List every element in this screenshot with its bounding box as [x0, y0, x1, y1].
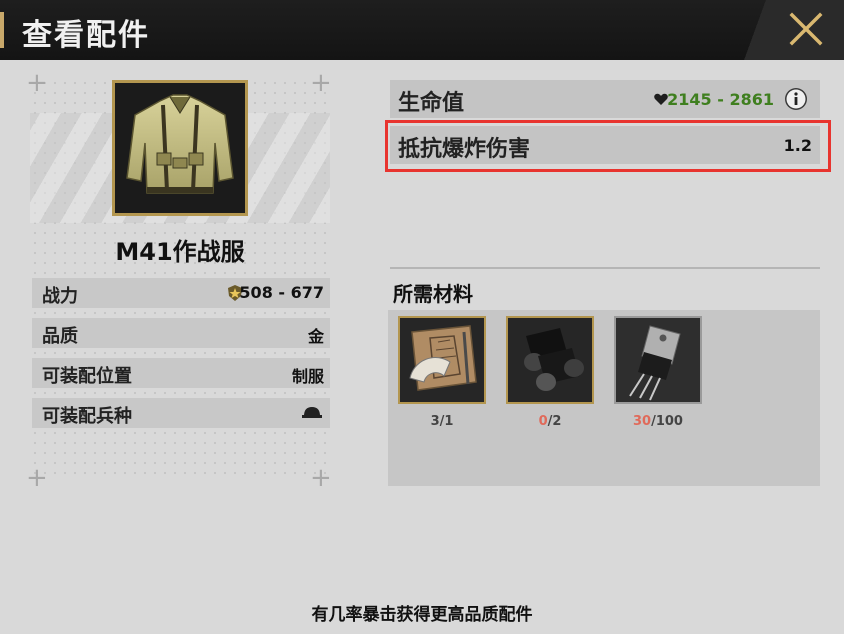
material-slot-blueprint[interactable]: [398, 316, 486, 404]
material-count: 3/1: [398, 414, 486, 429]
corner-plus-icon: +: [26, 68, 48, 98]
dialog-window: 查看配件 + + + + M41作战服 战力 508 - 677 品质 金 可装…: [0, 0, 844, 634]
highlight-box: [385, 120, 831, 172]
info-icon[interactable]: [784, 87, 808, 111]
jacket-icon: [126, 94, 234, 194]
materials-panel: [388, 310, 820, 486]
footer-tip: 有几率暴击获得更高品质配件: [311, 605, 533, 625]
material-have: 0: [538, 414, 548, 429]
property-row-power: 战力 508 - 677: [32, 278, 330, 308]
material-have: 30: [633, 414, 652, 429]
property-row-quality: 品质 金: [32, 318, 330, 348]
material-need: /2: [547, 414, 562, 429]
corner-plus-icon: +: [310, 68, 332, 98]
material-count: 30/100: [614, 414, 702, 429]
item-name: M41作战服: [115, 238, 245, 266]
close-icon: [789, 12, 823, 46]
property-value: 制服: [291, 367, 324, 386]
material-need: /1: [439, 414, 454, 429]
property-label: 可装配兵种: [42, 406, 132, 427]
title-accent-bar: [0, 12, 4, 48]
helmet-icon: [302, 407, 322, 418]
stat-label: 生命值: [398, 91, 465, 116]
close-button[interactable]: [744, 0, 844, 60]
stat-value: 2145 - 2861: [667, 90, 774, 109]
blueprint-icon: [400, 318, 484, 402]
property-value: 508 - 677: [239, 283, 324, 302]
property-row-troop-type: 可装配兵种: [32, 398, 330, 428]
material-slot-transistor[interactable]: [614, 316, 702, 404]
material-slot-cloth[interactable]: [506, 316, 594, 404]
heart-icon: [654, 93, 668, 105]
corner-plus-icon: +: [310, 463, 332, 493]
property-label: 可装配位置: [42, 366, 132, 387]
material-count: 0/2: [506, 414, 594, 429]
cloth-rolls-icon: [508, 318, 592, 402]
dialog-content: + + + + M41作战服 战力 508 - 677 品质 金 可装配位置 制…: [0, 60, 844, 634]
material-have: 3: [430, 414, 440, 429]
property-value: 金: [307, 327, 324, 346]
property-label: 品质: [42, 326, 78, 347]
section-divider: [390, 267, 820, 269]
material-need: /100: [651, 414, 683, 429]
dialog-header: 查看配件: [0, 0, 844, 60]
stat-row-health: 生命值 2145 - 2861: [390, 80, 820, 118]
corner-plus-icon: +: [26, 463, 48, 493]
transistor-icon: [616, 318, 700, 402]
property-label: 战力: [42, 286, 78, 307]
property-row-slot: 可装配位置 制服: [32, 358, 330, 388]
dialog-title: 查看配件: [22, 18, 150, 53]
materials-title: 所需材料: [393, 282, 473, 306]
item-portrait[interactable]: [112, 80, 248, 216]
